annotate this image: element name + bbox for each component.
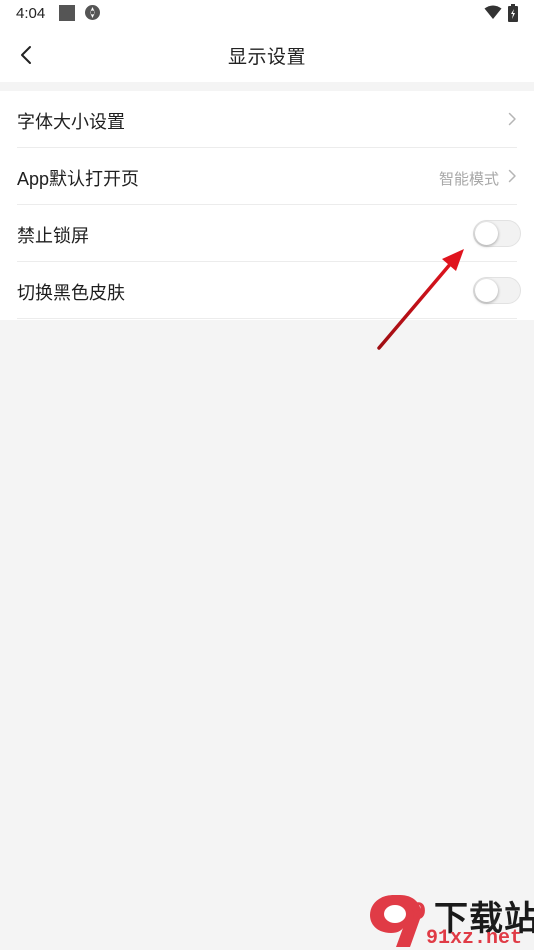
section-divider (0, 82, 534, 91)
toggle-knob (475, 279, 498, 302)
battery-icon (508, 4, 518, 22)
wifi-icon (484, 5, 502, 19)
prevent-lock-toggle[interactable] (473, 220, 521, 247)
chevron-right-icon (508, 169, 516, 183)
status-bar: 4:04 (0, 0, 534, 28)
watermark-url: 91xz.net (426, 927, 523, 950)
svg-text:9: 9 (411, 900, 426, 925)
settings-item-label: App默认打开页 (17, 169, 140, 189)
settings-item-label: 禁止锁屏 (17, 226, 89, 246)
dark-skin-toggle[interactable] (473, 277, 521, 304)
annotation-arrow-icon (377, 249, 464, 350)
app-notification-icon (85, 5, 100, 20)
watermark-logo-icon: 9 (370, 895, 426, 947)
settings-item-label: 字体大小设置 (17, 112, 125, 132)
settings-item-font-size[interactable]: 字体大小设置 (17, 91, 517, 148)
notification-square-icon (59, 5, 75, 21)
watermark: 9 下载站 91xz.net (366, 889, 534, 950)
status-time: 4:04 (16, 5, 46, 22)
settings-item-default-page[interactable]: App默认打开页 智能模式 (17, 148, 517, 205)
chevron-right-icon (508, 112, 516, 126)
settings-item-value: 智能模式 (438, 171, 499, 188)
settings-item-label: 切换黑色皮肤 (17, 283, 125, 303)
page-title: 显示设置 (227, 47, 306, 68)
toggle-knob (475, 222, 498, 245)
app-header: 显示设置 (0, 28, 534, 82)
